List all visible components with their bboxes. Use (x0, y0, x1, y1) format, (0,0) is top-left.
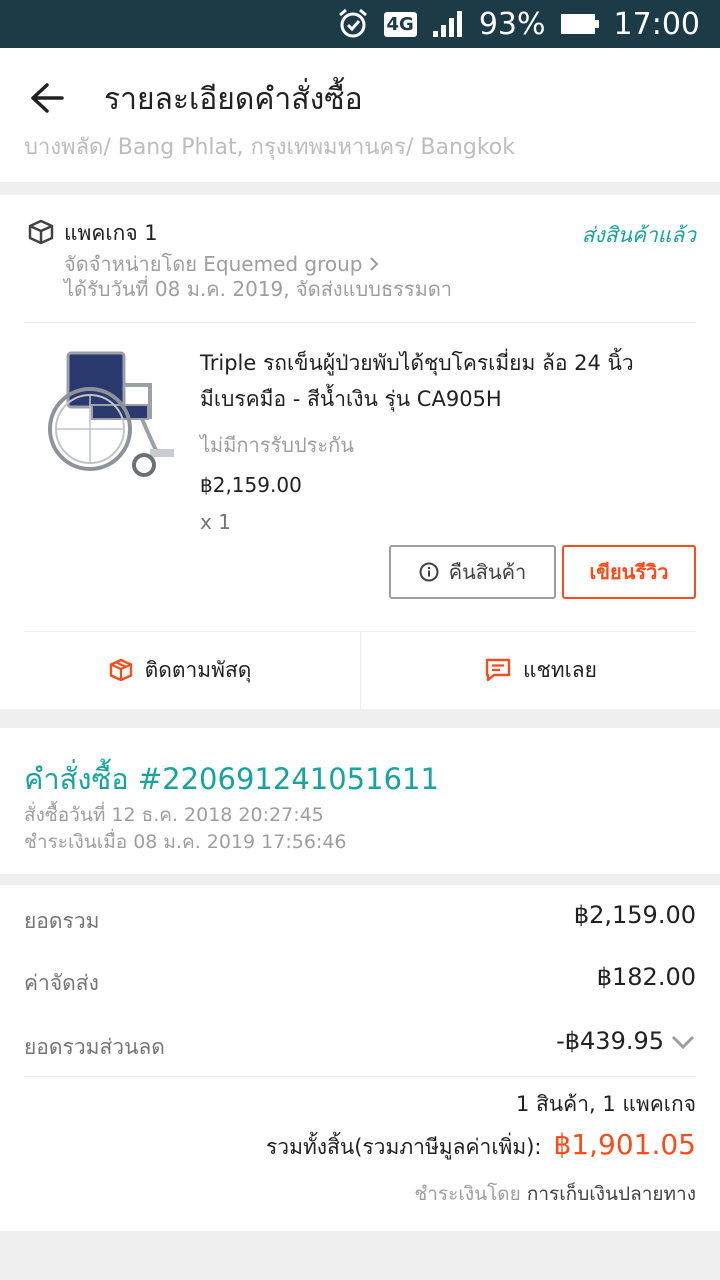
grand-total-row: รวมทั้งสิ้น(รวมภาษีมูลค่าเพิ่ม): ฿1,901.… (266, 1128, 696, 1164)
arrow-left-icon (31, 83, 64, 113)
chevron-down-icon (671, 1035, 695, 1050)
payment-method: ชำระเงินโดย การเก็บเงินปลายทาง (414, 1179, 696, 1209)
package-box-icon (28, 219, 54, 249)
product-name-line2: มีเบรคมือ - สีน้ำเงิน รุ่น CA905H (200, 387, 502, 411)
order-number: คำสั่งซื้อ #220691241051611 (24, 762, 439, 796)
back-button[interactable] (22, 74, 72, 122)
divider (24, 322, 696, 323)
network-label: 4G (383, 11, 417, 37)
network-4g-icon: 4G (383, 11, 417, 37)
tracking-box-icon (109, 659, 132, 681)
alarm-icon (336, 7, 370, 41)
info-icon (419, 562, 439, 582)
track-package-label: ติดตามพัสดุ (144, 657, 252, 682)
discount-toggle[interactable]: -฿439.95 (556, 1027, 696, 1055)
shipping-value: ฿182.00 (596, 963, 696, 991)
package-title: แพคเกจ 1 (64, 221, 158, 245)
address-text: บางพลัด/ Bang Phlat, กรุงเทพมหานคร/ Bang… (24, 135, 516, 160)
grand-total-label: รวมทั้งสิ้น(รวมภาษีมูลค่าเพิ่ม): (266, 1135, 542, 1159)
chevron-right-icon (369, 257, 378, 271)
write-review-button[interactable]: เขียนรีวิว (562, 545, 696, 599)
grand-total-value: ฿1,901.05 (553, 1128, 696, 1161)
warranty-text: ไม่มีการรับประกัน (200, 433, 354, 457)
signal-icon (431, 9, 465, 39)
battery-percent: 93% (478, 6, 546, 42)
status-bar: 4G 93% 17:00 (0, 0, 720, 48)
discount-value: -฿439.95 (556, 1027, 664, 1055)
package-card: แพคเกจ 1 ส่งสินค้าแล้ว จัดจำหน่ายโดย Equ… (0, 195, 720, 709)
payment-method-value: การเก็บเงินปลายทาง (526, 1183, 696, 1205)
shipping-label: ค่าจัดส่ง (24, 971, 99, 995)
battery-icon (560, 12, 600, 36)
divider (24, 1076, 696, 1077)
address-snippet: บางพลัด/ Bang Phlat, กรุงเทพมหานคร/ Bang… (0, 125, 720, 182)
page-title: รายละเอียดคำสั่งซื้อ (104, 82, 363, 117)
order-summary-card: ยอดรวม ฿2,159.00 ค่าจัดส่ง ฿182.00 ยอดรว… (0, 885, 720, 1231)
order-paid-date: ชำระเงินเมื่อ 08 ม.ค. 2019 17:56:46 (24, 831, 347, 853)
product-price: ฿2,159.00 (200, 473, 302, 497)
wheelchair-image (46, 345, 178, 481)
return-item-button[interactable]: คืนสินค้า (389, 545, 556, 599)
package-status: ส่งสินค้าแล้ว (581, 223, 696, 247)
package-actions: ติดตามพัสดุ แชทเลย (0, 631, 720, 709)
chat-button[interactable]: แชทเลย (360, 631, 720, 709)
order-placed-date: สั่งซื้อวันที่ 12 ธ.ค. 2018 20:27:45 (24, 804, 324, 826)
product-name[interactable]: Triple รถเข็นผู้ป่วยพับได้ชุบโครเมี่ยม ล… (200, 345, 680, 417)
product-image[interactable] (46, 345, 178, 481)
chat-label: แชทเลย (523, 657, 597, 682)
product-name-line1: Triple รถเข็นผู้ป่วยพับได้ชุบโครเมี่ยม ล… (200, 351, 634, 375)
track-package-button[interactable]: ติดตามพัสดุ (0, 631, 360, 709)
order-info-card: คำสั่งซื้อ #220691241051611 สั่งซื้อวันท… (0, 728, 720, 874)
chat-icon (485, 658, 511, 682)
return-item-label: คืนสินค้า (448, 560, 527, 584)
item-package-count: 1 สินค้า, 1 แพคเกจ (515, 1092, 696, 1116)
delivery-info: ได้รับวันที่ 08 ม.ค. 2019, จัดส่งแบบธรรม… (64, 277, 453, 301)
write-review-label: เขียนรีวิว (589, 560, 669, 584)
clock: 17:00 (613, 6, 700, 42)
subtotal-label: ยอดรวม (24, 909, 100, 933)
subtotal-value: ฿2,159.00 (573, 901, 696, 929)
product-quantity: x 1 (200, 510, 231, 534)
discount-label: ยอดรวมส่วนลด (24, 1035, 165, 1059)
payment-method-label: ชำระเงินโดย (414, 1183, 521, 1205)
